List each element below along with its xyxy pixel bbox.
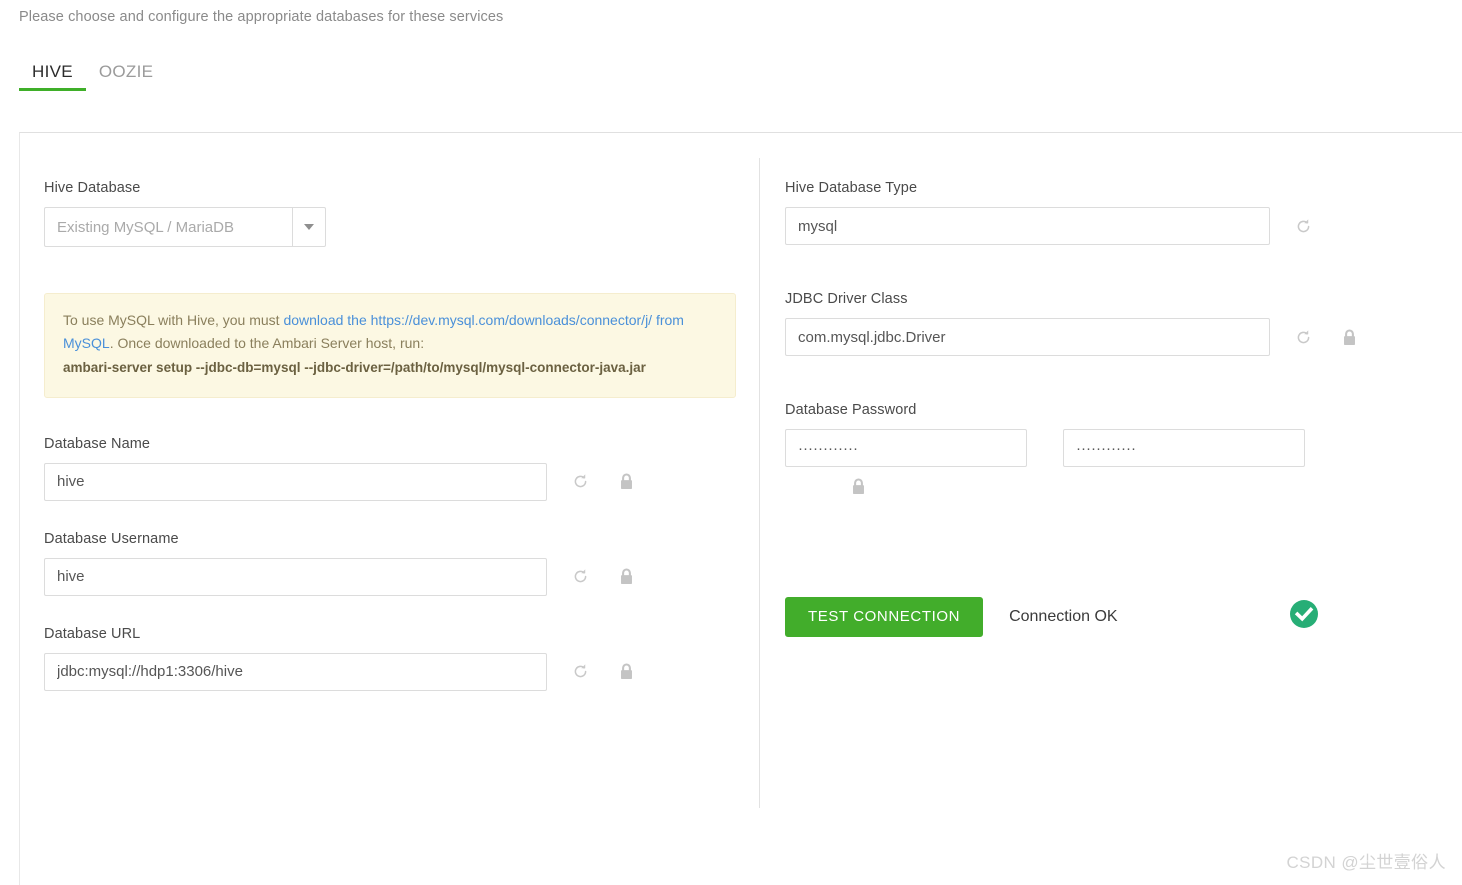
database-username-label: Database Username: [44, 530, 179, 547]
refresh-icon[interactable]: [569, 661, 591, 683]
lock-icon[interactable]: [847, 475, 869, 497]
database-url-row: [44, 652, 759, 691]
chevron-down-icon: [304, 224, 314, 230]
jdbc-driver-class-input[interactable]: [785, 318, 1270, 356]
database-name-input[interactable]: [44, 462, 547, 501]
field-database-name: Database Name: [44, 436, 759, 501]
lock-icon[interactable]: [615, 661, 637, 683]
test-connection-row: TEST CONNECTION Connection OK: [785, 596, 1462, 637]
database-config-panel: Hive Database Existing MySQL / MariaDB T…: [19, 132, 1462, 885]
field-database-url: Database URL: [44, 626, 759, 691]
page-intro-text: Please choose and configure the appropri…: [19, 9, 504, 25]
hive-database-selected-value[interactable]: Existing MySQL / MariaDB: [44, 207, 292, 247]
two-column-layout: Hive Database Existing MySQL / MariaDB T…: [20, 133, 1462, 885]
field-database-username: Database Username: [44, 531, 759, 596]
test-connection-button[interactable]: TEST CONNECTION: [785, 596, 984, 637]
left-column: Hive Database Existing MySQL / MariaDB T…: [20, 133, 759, 721]
hive-database-dropdown-toggle[interactable]: [292, 207, 326, 247]
mysql-connector-alert: To use MySQL with Hive, you must downloa…: [44, 293, 736, 398]
field-database-password: Database Password: [785, 402, 1462, 501]
check-circle-icon: [1289, 599, 1319, 634]
database-name-label: Database Name: [44, 435, 151, 452]
alert-command-text: ambari-server setup --jdbc-db=mysql --jd…: [63, 360, 646, 375]
database-username-input[interactable]: [44, 557, 547, 596]
tab-hive[interactable]: HIVE: [19, 62, 86, 91]
lock-icon[interactable]: [1338, 326, 1360, 348]
field-hive-database-type: Hive Database Type: [785, 180, 1462, 245]
hive-database-label: Hive Database: [44, 180, 141, 196]
database-name-row: [44, 462, 759, 501]
refresh-icon[interactable]: [569, 566, 591, 588]
hive-database-type-row: [785, 207, 1462, 245]
tab-oozie[interactable]: OOZIE: [86, 62, 166, 91]
database-password-label: Database Password: [785, 402, 917, 418]
hive-database-select[interactable]: Existing MySQL / MariaDB: [44, 207, 326, 247]
jdbc-driver-class-row: [785, 318, 1462, 356]
database-password-input[interactable]: [785, 429, 1027, 467]
alert-text-1: To use MySQL with Hive, you must: [63, 312, 284, 328]
database-password-confirm-input[interactable]: [1063, 429, 1305, 467]
hive-database-type-label: Hive Database Type: [785, 180, 918, 196]
database-url-label: Database URL: [44, 625, 141, 642]
tab-bar: HIVE OOZIE: [19, 62, 166, 91]
field-jdbc-driver-class: JDBC Driver Class: [785, 291, 1462, 356]
jdbc-driver-class-label: JDBC Driver Class: [785, 291, 908, 307]
alert-text-2: . Once downloaded to the Ambari Server h…: [109, 334, 425, 351]
lock-icon[interactable]: [615, 471, 637, 493]
hive-database-type-input[interactable]: [785, 207, 1270, 245]
database-username-row: [44, 557, 759, 596]
refresh-icon[interactable]: [1292, 326, 1314, 348]
field-hive-database: Hive Database Existing MySQL / MariaDB: [44, 180, 759, 247]
database-url-input[interactable]: [44, 652, 547, 691]
watermark-text: CSDN @尘世壹俗人: [1286, 853, 1446, 872]
right-column: Hive Database Type JDBC Driver Class: [759, 133, 1462, 637]
database-password-row: [785, 429, 1462, 467]
alert-download-link[interactable]: download the: [283, 312, 366, 328]
connection-status-text: Connection OK: [1009, 607, 1118, 625]
refresh-icon[interactable]: [1292, 215, 1314, 237]
refresh-icon[interactable]: [569, 471, 591, 493]
lock-icon[interactable]: [615, 566, 637, 588]
